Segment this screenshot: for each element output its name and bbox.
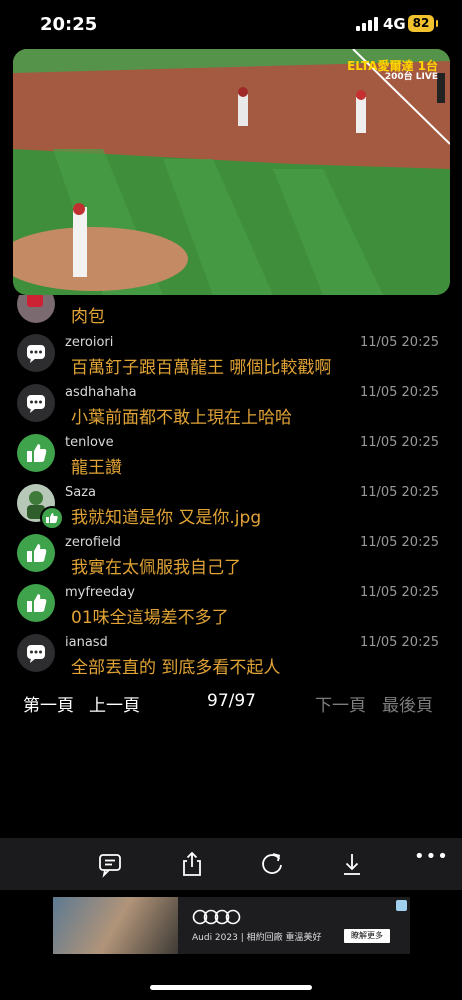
comment-text: 百萬釘子跟百萬龍王 哪個比較戳啊	[71, 358, 332, 378]
ad-text: Audi 2023 | 相約回廠 重溫美好	[192, 933, 322, 943]
live-video-player[interactable]: ELTA愛爾達 1台 200台 LIVE	[13, 49, 450, 295]
comment-time: 11/05 20:25	[359, 335, 439, 350]
username[interactable]: zeroiori	[65, 335, 113, 350]
comment-text: 我就知道是你 又是你.jpg	[71, 508, 262, 528]
prev-page-button[interactable]: 上一頁	[89, 691, 140, 716]
comment-row[interactable]: tenlove 11/05 20:25 龍王讚	[0, 432, 462, 482]
comment-text: 我實在太佩服我自己了	[71, 558, 241, 578]
avatar	[17, 295, 55, 323]
ad-cta-button[interactable]: 瞭解更多	[344, 929, 390, 943]
comment-text: 肉包	[71, 307, 105, 327]
comment-row[interactable]: ianasd 11/05 20:25 全部丟直的 到底多看不起人	[0, 632, 462, 675]
comment-time: 11/05 20:25	[359, 435, 439, 450]
comment-time: 11/05 20:25	[359, 385, 439, 400]
comment-list[interactable]: 肉包 zeroiori 11/05 20:25 百萬釘子跟百萬龍王 哪個比較戳啊…	[0, 295, 462, 675]
comment-time: 11/05 20:25	[359, 585, 439, 600]
battery-tip	[436, 20, 438, 27]
battery-icon: 82	[408, 15, 434, 32]
last-page-button[interactable]: 最後頁	[382, 691, 433, 716]
home-indicator[interactable]	[150, 985, 312, 990]
thumbs-up-icon	[40, 506, 64, 530]
comment-icon[interactable]	[96, 850, 124, 878]
username[interactable]: Saza	[65, 485, 96, 500]
username[interactable]: myfreeday	[65, 585, 135, 600]
comment-row[interactable]: asdhahaha 11/05 20:25 小葉前面都不敢上現在上哈哈	[0, 382, 462, 432]
network-type: 4G	[383, 15, 406, 33]
username[interactable]: tenlove	[65, 435, 114, 450]
signal-icon	[356, 17, 378, 31]
status-time: 20:25	[40, 14, 98, 35]
audi-logo	[192, 909, 241, 925]
ad-image	[53, 897, 178, 954]
pagination: 第一頁 上一頁 97/97 下一頁 最後頁	[0, 688, 462, 718]
username[interactable]: asdhahaha	[65, 385, 137, 400]
first-page-button[interactable]: 第一頁	[23, 691, 74, 716]
chat-bubble-icon	[17, 634, 55, 672]
chat-bubble-icon	[17, 334, 55, 372]
baseball-field-scene	[13, 49, 450, 295]
thumbs-up-icon	[17, 434, 55, 472]
thumbs-up-icon	[17, 534, 55, 572]
next-page-button[interactable]: 下一頁	[315, 691, 366, 716]
page-count: 97/97	[207, 691, 256, 711]
comment-text: 龍王讚	[71, 458, 122, 478]
comment-row[interactable]: Saza 11/05 20:25 我就知道是你 又是你.jpg	[0, 482, 462, 532]
bottom-toolbar: •••	[0, 838, 462, 890]
thumbs-up-icon	[17, 584, 55, 622]
comment-time: 11/05 20:25	[359, 635, 439, 650]
comment-text: 全部丟直的 到底多看不起人	[71, 658, 281, 675]
comment-row[interactable]: myfreeday 11/05 20:25 01味全這場差不多了	[0, 582, 462, 632]
ad-choices-icon[interactable]	[396, 900, 407, 911]
comment-text: 01味全這場差不多了	[71, 608, 229, 628]
comment-time: 11/05 20:25	[359, 485, 439, 500]
username[interactable]: zerofield	[65, 535, 121, 550]
comment-row[interactable]: zerofield 11/05 20:25 我實在太佩服我自己了	[0, 532, 462, 582]
username[interactable]: ianasd	[65, 635, 108, 650]
comment-text: 小葉前面都不敢上現在上哈哈	[71, 408, 292, 428]
comment-row[interactable]: zeroiori 11/05 20:25 百萬釘子跟百萬龍王 哪個比較戳啊	[0, 332, 462, 382]
channel-logo: ELTA愛爾達 1台 200台 LIVE	[347, 59, 438, 82]
download-icon[interactable]	[338, 850, 366, 878]
refresh-icon[interactable]	[258, 850, 286, 878]
comment-time: 11/05 20:25	[359, 535, 439, 550]
chat-bubble-icon	[17, 384, 55, 422]
ad-banner[interactable]: Audi 2023 | 相約回廠 重溫美好 瞭解更多	[53, 897, 410, 954]
status-bar: 20:25 4G 82	[0, 0, 462, 44]
more-icon[interactable]: •••	[414, 846, 449, 867]
share-icon[interactable]	[178, 850, 206, 878]
comment-row-partial: 肉包	[0, 295, 462, 331]
